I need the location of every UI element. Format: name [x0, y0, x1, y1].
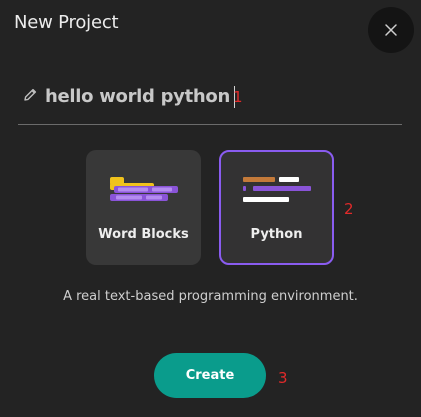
- close-icon: [385, 24, 397, 36]
- project-name-field[interactable]: [18, 78, 402, 125]
- python-label: Python: [250, 227, 303, 242]
- word-blocks-label: Word Blocks: [98, 227, 189, 242]
- dialog-title: New Project: [14, 12, 119, 33]
- pencil-icon: [24, 88, 37, 101]
- word-blocks-option[interactable]: Word Blocks: [86, 150, 201, 265]
- blocks-icon: [110, 177, 178, 201]
- close-button[interactable]: [368, 7, 414, 53]
- project-name-input[interactable]: [45, 80, 305, 112]
- code-lines-icon: [243, 177, 311, 202]
- marker-2: 2: [344, 200, 354, 218]
- python-option[interactable]: Python: [219, 150, 334, 265]
- environment-description: A real text-based programming environmen…: [63, 289, 358, 304]
- create-button[interactable]: Create: [154, 353, 266, 398]
- marker-3: 3: [278, 369, 288, 387]
- new-project-dialog: New Project 1 Word Blocks: [0, 0, 421, 417]
- marker-1: 1: [233, 88, 243, 106]
